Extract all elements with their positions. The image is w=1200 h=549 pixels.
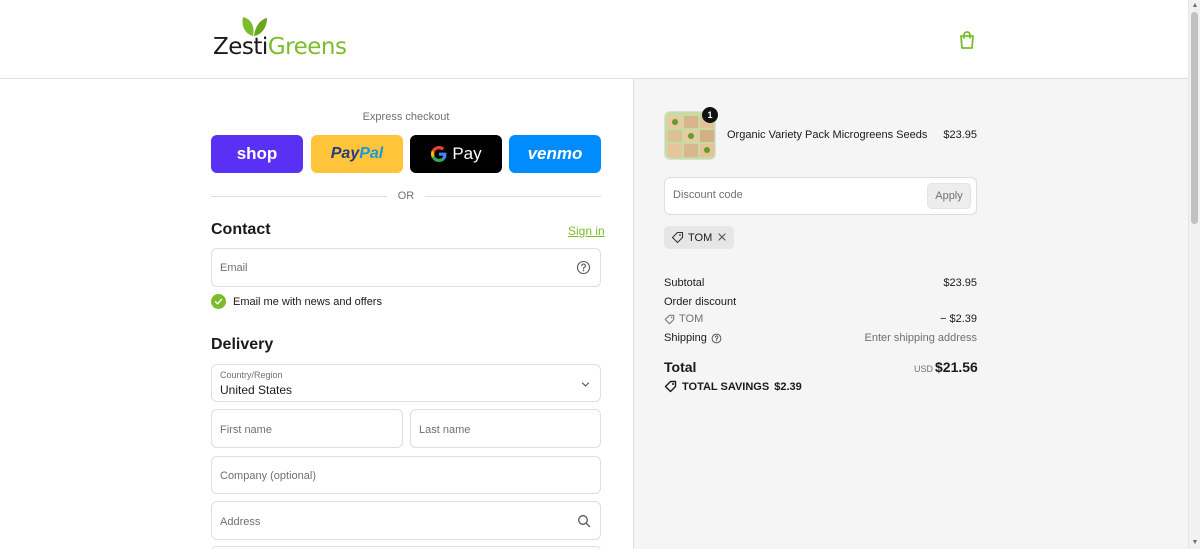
country-select[interactable]: Country/Region United States	[211, 364, 601, 402]
first-name-placeholder: First name	[220, 424, 272, 436]
tag-icon	[664, 380, 677, 393]
google-pay-button[interactable]: Pay	[410, 135, 502, 173]
venmo-button[interactable]: venmo	[509, 135, 601, 173]
delivery-heading: Delivery	[211, 336, 274, 353]
order-discount-value: − $2.39	[939, 313, 977, 325]
close-icon	[718, 233, 726, 241]
cart-button[interactable]	[956, 29, 978, 51]
divider-right	[425, 196, 601, 197]
company-field[interactable]: Company (optional)	[211, 456, 601, 494]
contact-heading: Contact	[211, 221, 271, 238]
total-currency: USD	[913, 364, 933, 374]
last-name-field[interactable]: Last name	[410, 409, 601, 448]
product-price: $23.95	[943, 129, 977, 141]
total-savings: TOTAL SAVINGS $2.39	[664, 380, 802, 393]
shipping-value: Enter shipping address	[864, 332, 977, 344]
paypal-label-pay: Pay	[330, 145, 360, 162]
email-placeholder: Email	[220, 262, 248, 274]
country-value: United States	[220, 383, 293, 397]
product-name: Organic Variety Pack Microgreens Seeds	[727, 129, 928, 141]
search-icon	[578, 515, 591, 528]
total-savings-label: TOTAL SAVINGS	[682, 380, 770, 393]
shop-pay-label: shop	[236, 144, 278, 163]
site-header: ZestiGreens	[0, 0, 1188, 79]
order-discount-label: Order discount	[664, 296, 737, 308]
paypal-label-pal: Pal	[359, 145, 384, 162]
order-discount-code-row: TOM	[664, 313, 703, 325]
or-divider-label: OR	[397, 190, 415, 202]
email-field[interactable]: Email	[211, 248, 601, 287]
divider-left	[211, 196, 387, 197]
remove-discount-button[interactable]	[714, 229, 730, 245]
quantity-badge: 1	[702, 107, 718, 123]
scroll-down-arrow[interactable]: ▼	[1191, 539, 1199, 547]
chevron-down-icon	[581, 382, 590, 387]
last-name-placeholder: Last name	[419, 424, 471, 436]
newsletter-checkbox[interactable]	[211, 294, 226, 309]
shipping-label-row: Shipping	[664, 332, 722, 344]
apply-discount-button[interactable]: Apply	[927, 183, 971, 209]
applied-discount-code: TOM	[688, 231, 713, 244]
total-label: Total	[664, 359, 697, 375]
paypal-button[interactable]: Pay Pal	[311, 135, 403, 173]
company-placeholder: Company (optional)	[220, 470, 316, 482]
venmo-label: venmo	[527, 144, 583, 163]
order-discount-code: TOM	[679, 313, 704, 325]
discount-code-input[interactable]	[673, 189, 913, 201]
page-scrollbar[interactable]: ▲ ▼	[1188, 0, 1200, 549]
google-g-icon	[431, 146, 447, 162]
tag-icon	[664, 314, 675, 324]
brand-wordmark: ZestiGreens	[213, 34, 347, 60]
express-checkout-title: Express checkout	[362, 111, 450, 123]
tag-icon	[671, 231, 684, 244]
first-name-field[interactable]: First name	[211, 409, 403, 448]
subtotal-label: Subtotal	[664, 277, 705, 289]
google-pay-label: Pay	[452, 144, 482, 163]
scroll-up-arrow[interactable]: ▲	[1191, 2, 1199, 10]
address-field[interactable]: Address	[211, 501, 601, 540]
help-circle-icon[interactable]	[711, 333, 722, 344]
brand-logo[interactable]: ZestiGreens	[212, 14, 347, 64]
country-label: Country/Region	[220, 370, 283, 380]
shop-pay-button[interactable]: shop	[211, 135, 303, 173]
shipping-label: Shipping	[664, 332, 707, 344]
newsletter-label: Email me with news and offers	[233, 296, 382, 308]
subtotal-value: $23.95	[943, 277, 977, 289]
check-icon	[214, 298, 223, 305]
shopping-bag-icon	[960, 31, 974, 49]
address-placeholder: Address	[220, 516, 261, 528]
sign-in-link[interactable]: Sign in	[568, 224, 605, 238]
total-value: $21.56	[935, 359, 978, 375]
total-savings-value: $2.39	[774, 380, 802, 393]
scrollbar-thumb[interactable]	[1191, 12, 1198, 224]
help-circle-icon[interactable]	[576, 260, 591, 275]
